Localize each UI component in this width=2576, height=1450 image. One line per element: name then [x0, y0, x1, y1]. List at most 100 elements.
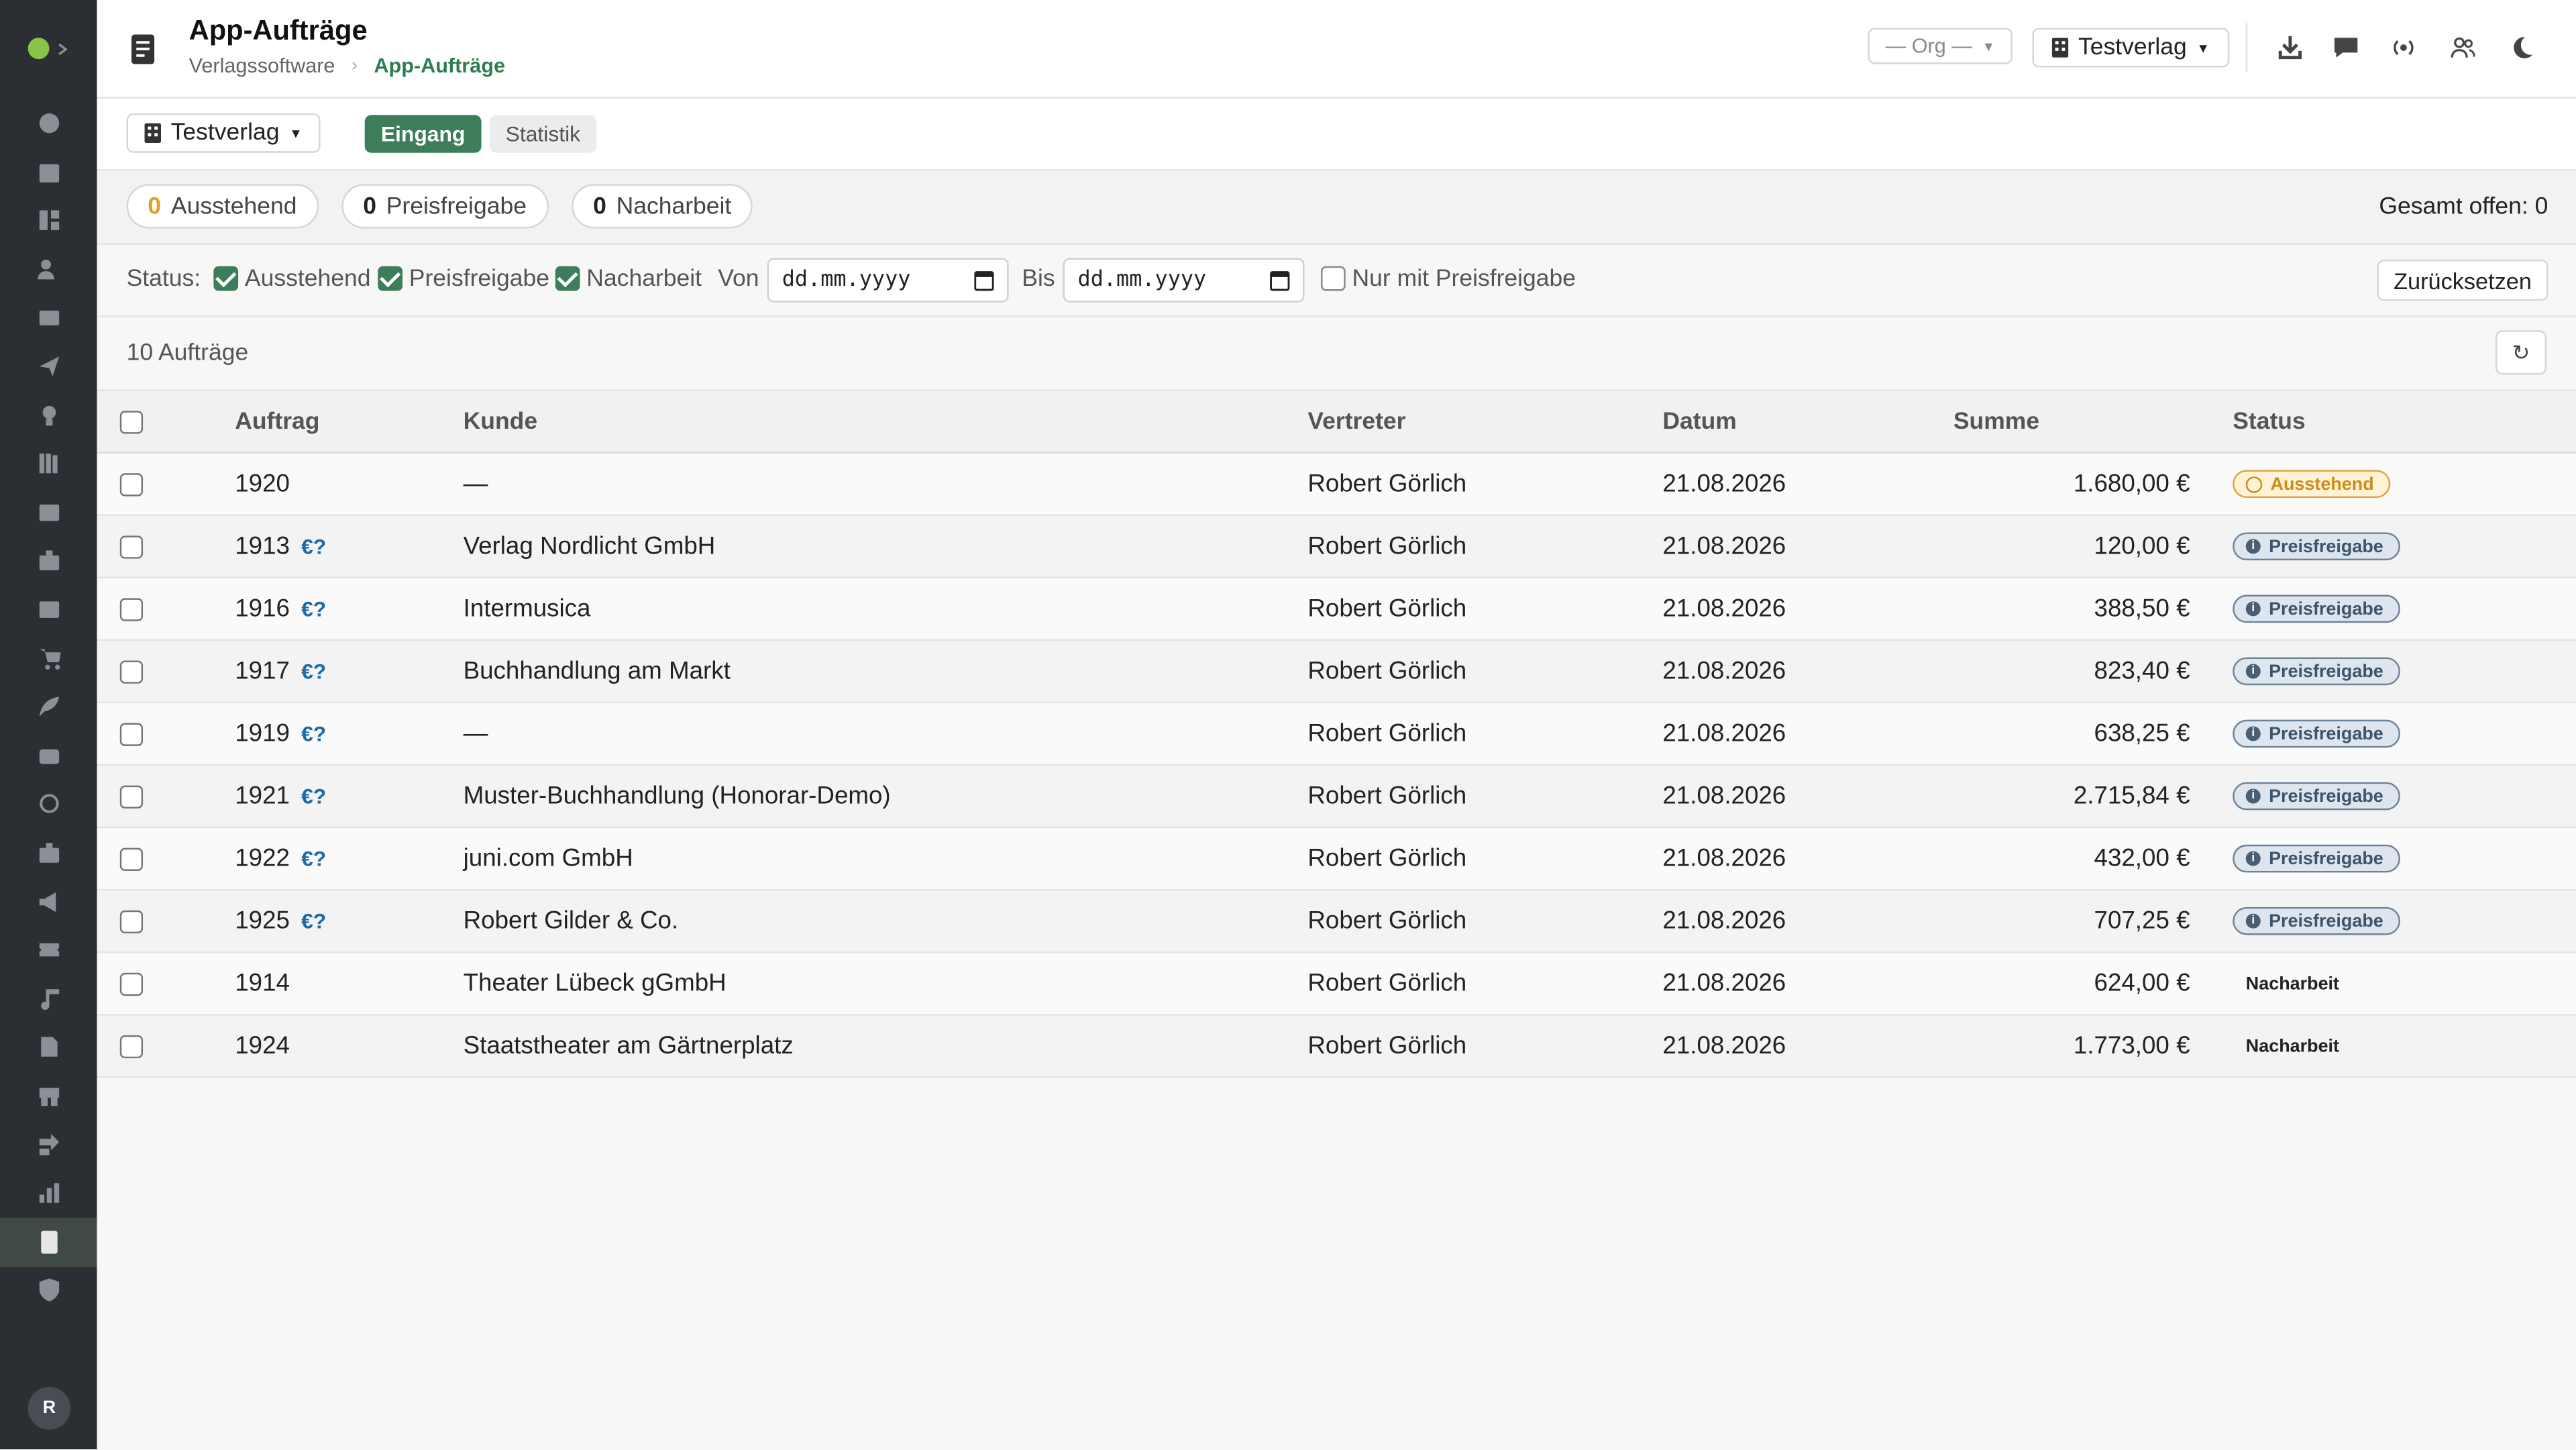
filter-preisfreigabe-label[interactable]: Preisfreigabe: [409, 266, 549, 293]
tenant-filter-select[interactable]: Testverlag ▼: [126, 113, 321, 153]
order-number[interactable]: 1916: [235, 595, 290, 623]
order-number-cell[interactable]: 1920: [235, 454, 290, 515]
sidebar-item-shield[interactable]: [0, 1266, 97, 1315]
row-checkbox[interactable]: [119, 784, 144, 808]
table-row[interactable]: 1925 €? Robert Gilder & Co. Robert Görlich 2…: [97, 890, 2576, 953]
sidebar-item-circle[interactable]: [0, 780, 97, 829]
order-number-cell[interactable]: 1919 €?: [235, 703, 326, 764]
tab-eingang[interactable]: Eingang: [364, 115, 482, 153]
row-checkbox[interactable]: [119, 535, 144, 558]
sidebar-item-wallet[interactable]: [0, 731, 97, 780]
filter-ausstehend-checkbox[interactable]: [213, 266, 239, 291]
sidebar-item-edit-user[interactable]: [0, 244, 97, 293]
sidebar-item-calendar[interactable]: [0, 147, 97, 196]
download-button[interactable]: [2273, 32, 2306, 64]
column-header-status[interactable]: Status: [2233, 391, 2306, 452]
sidebar-toggle[interactable]: [0, 0, 97, 97]
column-header-summe[interactable]: Summe: [1953, 391, 2190, 452]
nur-preisfreigabe-label[interactable]: Nur mit Preisfreigabe: [1352, 266, 1576, 293]
chat-button[interactable]: [2330, 32, 2363, 64]
org-select[interactable]: — Org — ▼: [1868, 28, 2013, 64]
sidebar-item-dashboard[interactable]: [0, 99, 97, 148]
nur-preisfreigabe-checkbox[interactable]: [1320, 266, 1346, 291]
summary-preisfreigabe[interactable]: 0 Preisfreigabe: [341, 184, 548, 229]
table-row[interactable]: 1917 €? Buchhandlung am Markt Robert Görlic…: [97, 641, 2576, 704]
order-number[interactable]: 1914: [235, 970, 290, 998]
order-number-cell[interactable]: 1922 €?: [235, 828, 326, 889]
filter-nacharbeit-label[interactable]: Nacharbeit: [586, 266, 702, 293]
column-header-kunde[interactable]: Kunde: [464, 391, 537, 452]
row-checkbox[interactable]: [119, 472, 144, 496]
summary-nacharbeit[interactable]: 0 Nacharbeit: [572, 184, 753, 229]
table-row[interactable]: 1913 €? Verlag Nordlicht GmbH Robert Görlic…: [97, 515, 2576, 579]
sidebar-item-bar-chart[interactable]: [0, 1169, 97, 1218]
users-button[interactable]: [2447, 32, 2479, 64]
filter-nacharbeit-checkbox[interactable]: [555, 266, 580, 291]
sidebar-item-mail-stack[interactable]: [0, 293, 97, 342]
order-number-cell[interactable]: 1917 €?: [235, 641, 326, 702]
column-header-auftrag[interactable]: Auftrag: [235, 391, 319, 452]
sidebar-item-store[interactable]: [0, 1072, 97, 1121]
column-header-vertreter[interactable]: Vertreter: [1307, 391, 1405, 452]
order-number-cell[interactable]: 1925 €?: [235, 890, 326, 951]
sidebar-item-send[interactable]: [0, 342, 97, 391]
table-row[interactable]: 1919 €? — Robert Görlich 21.08.2026 638,25 € i…: [97, 703, 2576, 766]
table-row[interactable]: 1924 Staatstheater am Gärtnerplatz Robert …: [97, 1015, 2576, 1078]
row-checkbox[interactable]: [119, 847, 144, 870]
sidebar-item-suitcase[interactable]: [0, 828, 97, 877]
tenant-select[interactable]: Testverlag ▼: [2032, 28, 2230, 68]
table-row[interactable]: 1922 €? juni.com GmbH Robert Görlich 21.08.2…: [97, 828, 2576, 891]
order-number[interactable]: 1920: [235, 470, 290, 498]
order-number[interactable]: 1922: [235, 845, 290, 873]
row-checkbox[interactable]: [119, 660, 144, 683]
summary-ausstehend[interactable]: 0 Ausstehend: [126, 184, 319, 229]
sidebar-item-forward[interactable]: [0, 1120, 97, 1169]
order-number[interactable]: 1917: [235, 658, 290, 686]
date-to-input[interactable]: dd.mm.yyyy: [1063, 258, 1305, 303]
table-row[interactable]: 1916 €? Intermusica Robert Görlich 21.08.202…: [97, 578, 2576, 641]
order-number[interactable]: 1919: [235, 720, 290, 748]
row-checkbox[interactable]: [119, 597, 144, 621]
sidebar-item-feather[interactable]: [0, 682, 97, 731]
order-number-cell[interactable]: 1913 €?: [235, 516, 326, 577]
order-number[interactable]: 1921: [235, 782, 290, 811]
sidebar-item-cart[interactable]: [0, 633, 97, 682]
sidebar-item-grid[interactable]: [0, 196, 97, 245]
row-checkbox[interactable]: [119, 909, 144, 933]
sidebar-item-lightbulb[interactable]: [0, 391, 97, 439]
date-from-input[interactable]: dd.mm.yyyy: [767, 258, 1009, 303]
breadcrumb-parent[interactable]: Verlagssoftware: [189, 54, 335, 77]
column-header-datum[interactable]: Datum: [1662, 391, 1737, 452]
sidebar-item-briefcase[interactable]: [0, 536, 97, 585]
table-row[interactable]: 1920 — Robert Görlich 21.08.2026 1.680,00 € A…: [97, 453, 2576, 516]
order-number[interactable]: 1924: [235, 1032, 290, 1060]
avatar[interactable]: R: [28, 1386, 71, 1430]
sidebar-item-library[interactable]: [0, 439, 97, 488]
sidebar-item-megaphone[interactable]: [0, 877, 97, 926]
reset-button[interactable]: Zurücksetzen: [2377, 259, 2548, 301]
order-number-cell[interactable]: 1921 €?: [235, 766, 326, 827]
table-row[interactable]: 1914 Theater Lübeck gGmbH Robert Görlich 21…: [97, 953, 2576, 1016]
sidebar-item-ticket[interactable]: [0, 925, 97, 974]
sidebar-item-orders[interactable]: [0, 1217, 97, 1267]
order-number-cell[interactable]: 1916 €?: [235, 578, 326, 639]
broadcast-button[interactable]: [2387, 32, 2420, 64]
order-number-cell[interactable]: 1924: [235, 1015, 290, 1076]
select-all-checkbox[interactable]: [119, 410, 144, 433]
row-checkbox[interactable]: [119, 1034, 144, 1057]
sidebar-item-music[interactable]: [0, 974, 97, 1023]
table-row[interactable]: 1921 €? Muster-Buchhandlung (Honorar-Demo)…: [97, 766, 2576, 829]
row-checkbox[interactable]: [119, 972, 144, 995]
order-number-cell[interactable]: 1914: [235, 953, 290, 1014]
row-checkbox[interactable]: [119, 722, 144, 745]
filter-ausstehend-label[interactable]: Ausstehend: [245, 266, 371, 293]
sidebar-item-card[interactable]: [0, 585, 97, 634]
order-number[interactable]: 1925: [235, 907, 290, 935]
refresh-button[interactable]: ↻: [2496, 330, 2546, 375]
tab-statistik[interactable]: Statistik: [489, 115, 596, 153]
theme-toggle-button[interactable]: [2506, 32, 2538, 64]
filter-preisfreigabe-checkbox[interactable]: [378, 266, 403, 291]
sidebar-item-image[interactable]: [0, 488, 97, 537]
order-number[interactable]: 1913: [235, 532, 290, 560]
sidebar-item-document[interactable]: [0, 1023, 97, 1072]
